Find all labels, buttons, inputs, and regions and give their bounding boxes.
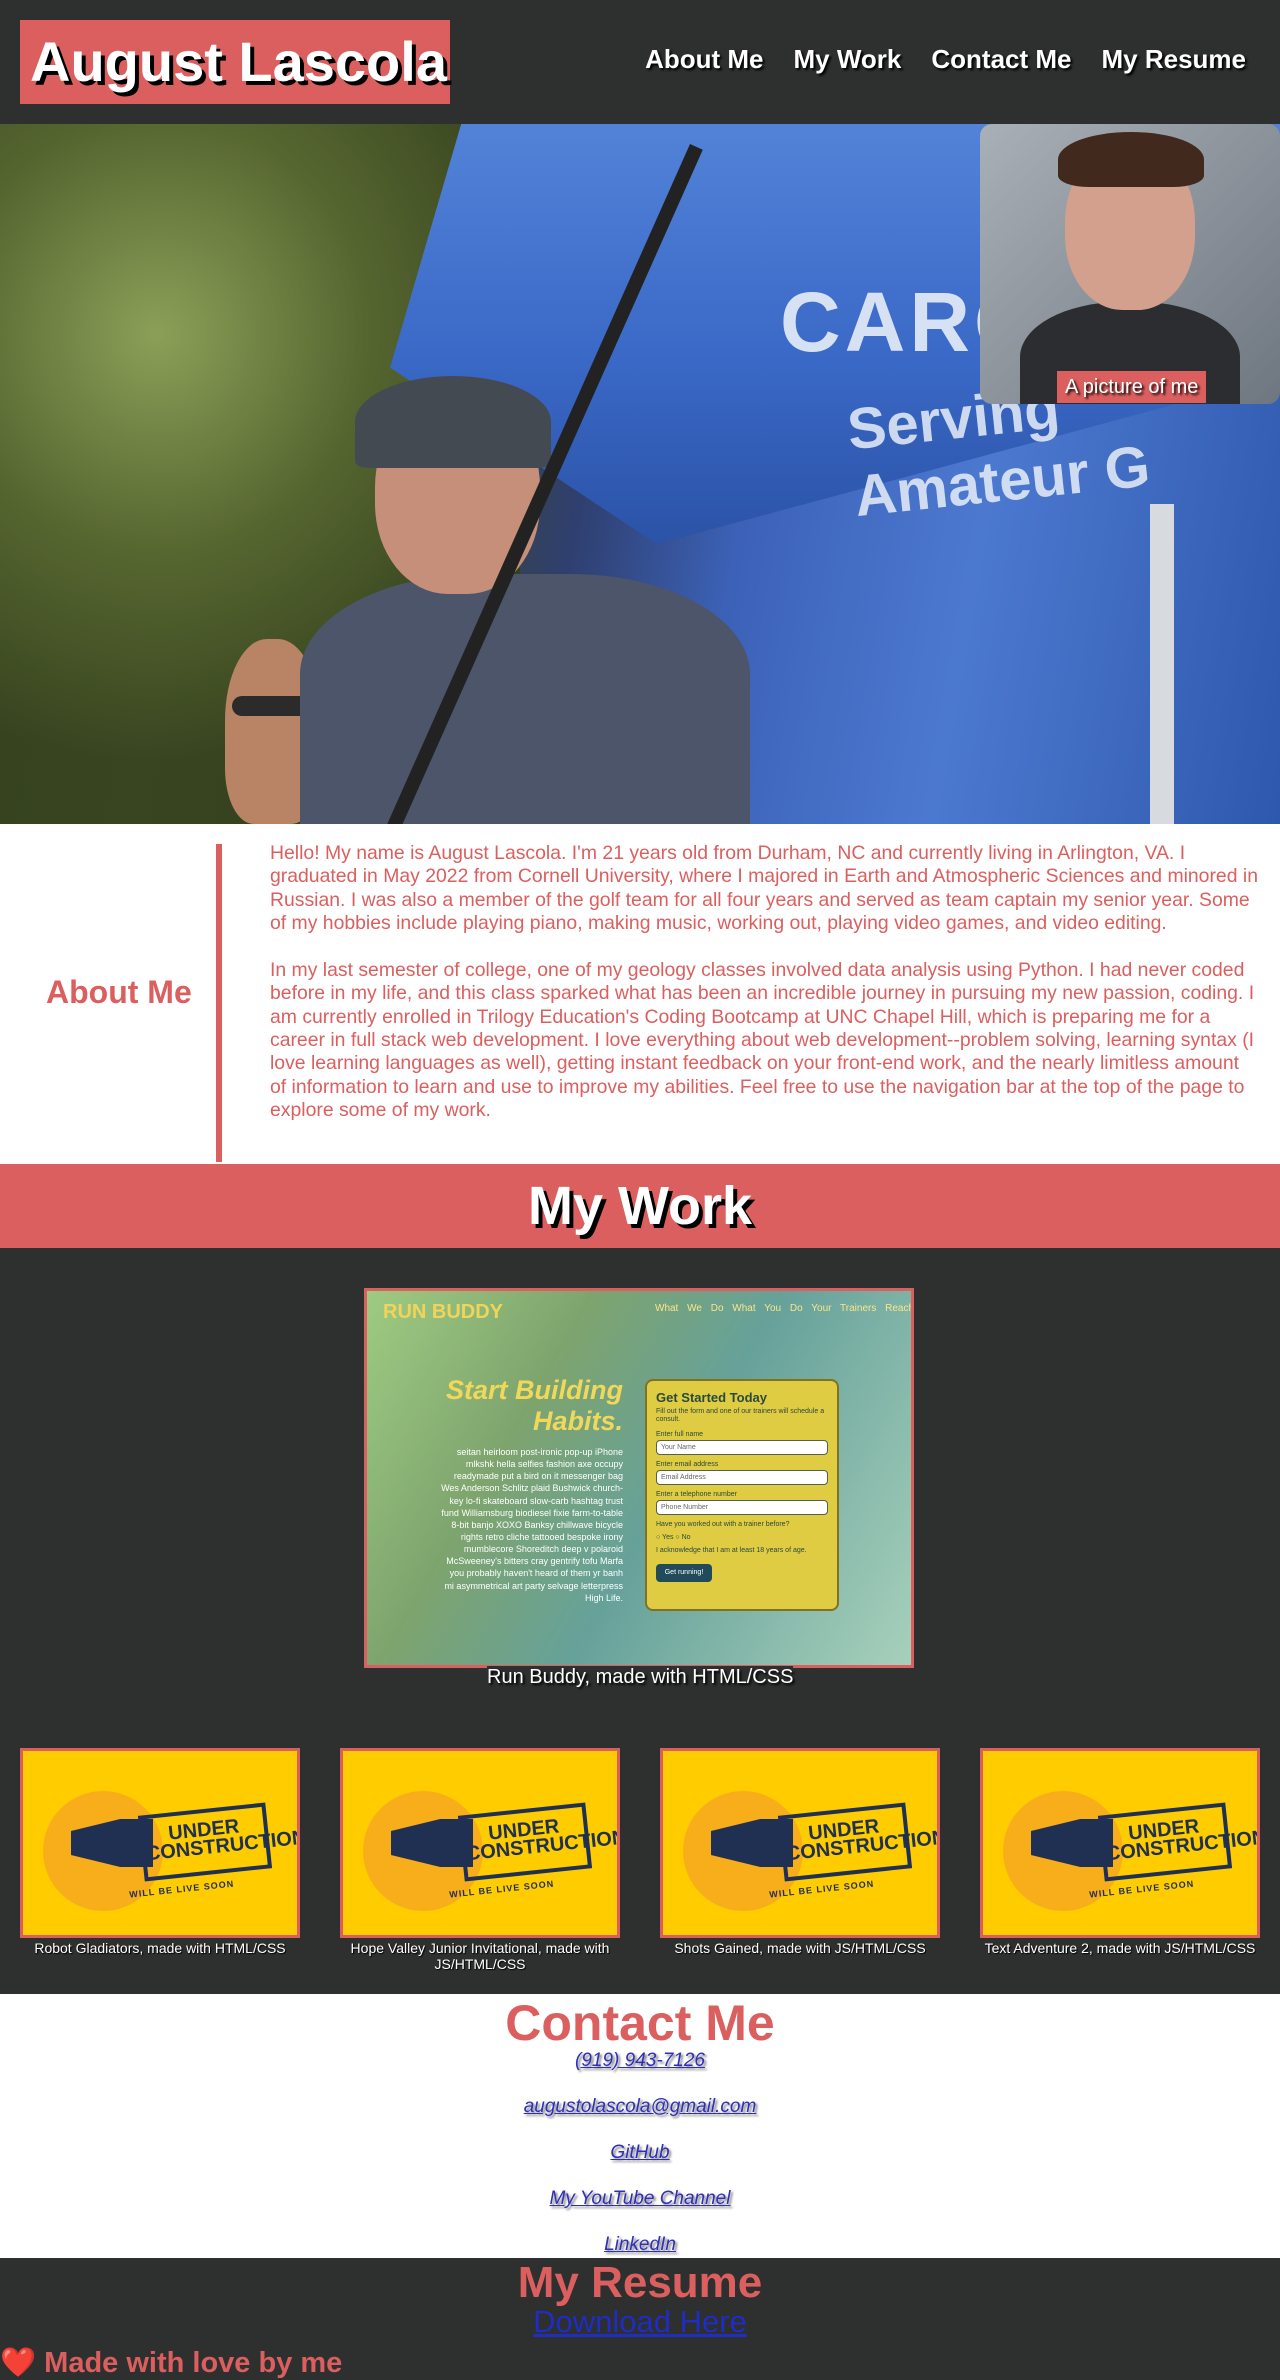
form-options: ○ Yes ○ No	[656, 1533, 691, 1541]
project-caption-text-adventure: Text Adventure 2, made with JS/HTML/CSS	[984, 1940, 1256, 1956]
project-caption-robot-gladiators: Robot Gladiators, made with HTML/CSS	[34, 1940, 286, 1956]
project-card-robot-gladiators[interactable]: UNDER CONSTRUCTION WILL BE LIVE SOON	[20, 1748, 300, 1938]
form-label-name: Enter full name	[656, 1430, 704, 1438]
resume-title: My Resume	[517, 2258, 763, 2307]
github-link[interactable]: GitHub	[0, 2142, 1280, 2188]
form-input-phone: Phone Number	[656, 1499, 828, 1515]
run-buddy-screenshot[interactable]: RUN BUDDY What We Do What You Do Your Tr…	[364, 1288, 914, 1668]
portrait-hair	[1058, 132, 1204, 187]
run-buddy-nav: What We Do What You Do Your Trainers Rea…	[655, 1303, 914, 1314]
form-title: Get Started Today	[656, 1390, 768, 1405]
nav-about-me[interactable]: About Me	[645, 44, 763, 75]
construction-sign: UNDER CONSTRUCTION	[137, 1802, 297, 1882]
site-header: August Lascola About Me My Work Contact …	[0, 0, 1280, 124]
resume-download-link[interactable]: Download Here	[0, 2305, 1280, 2339]
run-buddy-brand: RUN BUDDY	[383, 1301, 503, 1323]
form-note: Fill out the form and one of our trainer…	[656, 1408, 825, 1424]
form-label-email: Enter email address	[656, 1460, 719, 1468]
form-label-phone: Enter a telephone number	[656, 1490, 737, 1498]
nav-my-work[interactable]: My Work	[794, 44, 902, 75]
form-yes: Yes	[662, 1533, 674, 1541]
form-question: Have you worked out with a trainer befor…	[656, 1520, 790, 1528]
email-link[interactable]: augustolascola@gmail.com	[0, 2096, 1280, 2142]
tent-pole	[1150, 504, 1174, 824]
run-buddy-form: Get Started Today Fill out the form and …	[645, 1379, 839, 1611]
about-title: About Me	[46, 974, 192, 1010]
run-buddy-headline: Start Building Habits.	[446, 1375, 623, 1437]
construction-sign: UNDER CONSTRUCTION	[1097, 1802, 1257, 1882]
project-card-hope-valley[interactable]: UNDER CONSTRUCTION WILL BE LIVE SOON	[340, 1748, 620, 1938]
form-input-name: Your Name	[656, 1439, 828, 1455]
work-section: RUN BUDDY What We Do What You Do Your Tr…	[0, 1248, 1280, 1994]
about-paragraph-1: Hello! My name is August Lascola. I'm 21…	[270, 842, 1258, 934]
about-paragraph-2: In my last semester of college, one of m…	[270, 959, 1255, 1121]
footer-text: ❤️ Made with love by me	[0, 2347, 343, 2379]
youtube-link[interactable]: My YouTube Channel	[0, 2188, 1280, 2234]
golfer-shirt	[300, 574, 750, 824]
form-submit-button: Get running!	[656, 1563, 712, 1582]
form-no: No	[681, 1533, 691, 1541]
project-card-shots-gained[interactable]: UNDER CONSTRUCTION WILL BE LIVE SOON	[660, 1748, 940, 1938]
about-section: About Me Hello! My name is August Lascol…	[0, 824, 1280, 1164]
about-text: Hello! My name is August Lascola. I'm 21…	[270, 842, 1260, 1122]
form-input-email: Email Address	[656, 1469, 828, 1485]
project-card-text-adventure[interactable]: UNDER CONSTRUCTION WILL BE LIVE SOON	[980, 1748, 1260, 1938]
profile-portrait	[980, 124, 1280, 404]
work-banner: My Work	[0, 1164, 1280, 1248]
featured-project-caption: Run Buddy, made with HTML/CSS	[487, 1666, 794, 1689]
golfer-cap	[355, 376, 551, 468]
about-divider	[216, 844, 222, 1162]
portrait-caption: A picture of me	[1057, 371, 1207, 403]
phone-link[interactable]: (919) 943-7126	[0, 2050, 1280, 2096]
main-navigation: About Me My Work Contact Me My Resume	[645, 44, 1246, 75]
contact-section: Contact Me (919) 943-7126 augustolascola…	[0, 1994, 1280, 2258]
construction-sign: UNDER CONSTRUCTION	[457, 1802, 617, 1882]
contact-title: Contact Me	[505, 1995, 775, 2051]
form-acknowledge: I acknowledge that I am at least 18 year…	[656, 1546, 807, 1554]
project-caption-shots-gained: Shots Gained, made with JS/HTML/CSS	[674, 1940, 926, 1956]
project-caption-hope-valley: Hope Valley Junior Invitational, made wi…	[350, 1940, 610, 1973]
run-buddy-copy: seitan heirloom post-ironic pop-up iPhon…	[441, 1447, 623, 1603]
site-title: August Lascola	[20, 20, 450, 104]
construction-sign: UNDER CONSTRUCTION	[777, 1802, 937, 1882]
nav-contact-me[interactable]: Contact Me	[931, 44, 1071, 75]
nav-my-resume[interactable]: My Resume	[1102, 44, 1247, 75]
work-title: My Work	[527, 1176, 753, 1236]
